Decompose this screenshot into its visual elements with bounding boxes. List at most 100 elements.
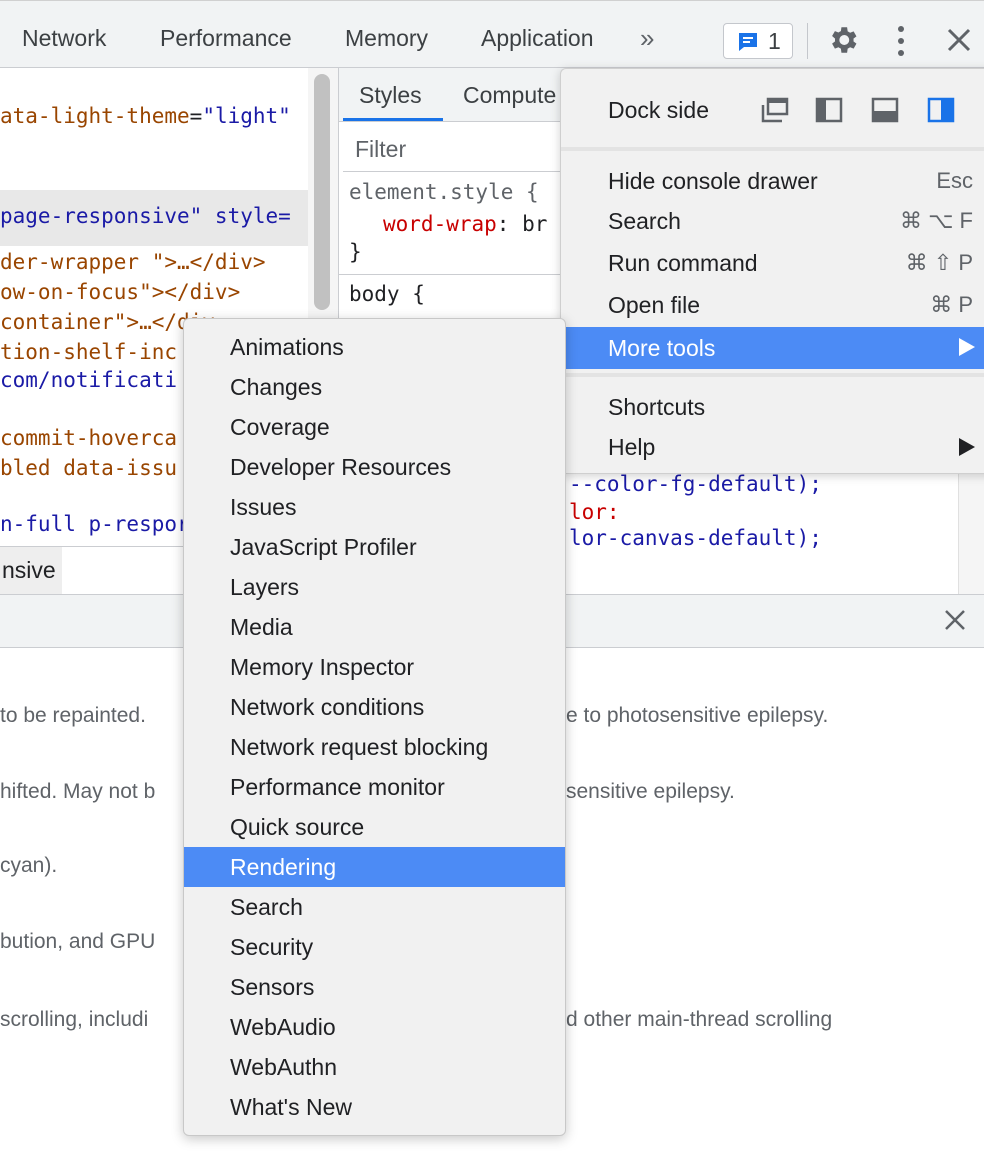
breadcrumb[interactable]: nsive bbox=[0, 547, 62, 594]
body-selector: body { bbox=[349, 282, 425, 306]
menu-item-help[interactable]: Help bbox=[561, 427, 984, 467]
more-tools-item-search[interactable]: Search bbox=[184, 887, 565, 927]
styles-scroll-track bbox=[958, 470, 984, 594]
menu-item-search[interactable]: Search ⌘ ⌥ F bbox=[561, 201, 984, 241]
more-tools-item-performance-monitor[interactable]: Performance monitor bbox=[184, 767, 565, 807]
more-tabs-chevron-icon[interactable]: » bbox=[640, 23, 654, 54]
menu-item-open-file[interactable]: Open file ⌘ P bbox=[561, 285, 984, 325]
dom-line[interactable]: com/notificati bbox=[0, 368, 177, 392]
more-tools-item-webaudio[interactable]: WebAudio bbox=[184, 1007, 565, 1047]
more-tools-item-sensors[interactable]: Sensors bbox=[184, 967, 565, 1007]
more-tools-item-media[interactable]: Media bbox=[184, 607, 565, 647]
kebab-menu-icon[interactable] bbox=[896, 25, 906, 62]
dock-left-icon[interactable] bbox=[815, 97, 843, 123]
dock-right-icon[interactable] bbox=[927, 97, 955, 123]
devtools-tab-bar: Network Performance Memory Application »… bbox=[0, 0, 984, 68]
rendering-option-description: scrolling, includi bbox=[0, 1008, 149, 1031]
submenu-arrow-icon bbox=[959, 338, 975, 356]
more-tools-item-layers[interactable]: Layers bbox=[184, 567, 565, 607]
more-tools-item-security[interactable]: Security bbox=[184, 927, 565, 967]
customize-devtools-menu: Dock side Hide console drawer Esc Search… bbox=[560, 68, 984, 474]
menu-item-label: Coverage bbox=[230, 414, 330, 440]
more-tools-item-changes[interactable]: Changes bbox=[184, 367, 565, 407]
more-tools-item-network-conditions[interactable]: Network conditions bbox=[184, 687, 565, 727]
menu-item-label: Search bbox=[608, 208, 681, 234]
rendering-option-description: sensitive epilepsy. bbox=[566, 780, 735, 803]
more-tools-item-memory-inspector[interactable]: Memory Inspector bbox=[184, 647, 565, 687]
dom-line[interactable]: n-full p-respor bbox=[0, 512, 190, 536]
dom-line[interactable]: ow-on-focus"></div> bbox=[0, 280, 240, 304]
tab-memory[interactable]: Memory bbox=[345, 25, 428, 52]
elements-scrollbar[interactable] bbox=[314, 74, 330, 310]
menu-item-label: What's New bbox=[230, 1094, 352, 1120]
more-tools-item-webauthn[interactable]: WebAuthn bbox=[184, 1047, 565, 1087]
dom-line-selected[interactable]: page-responsive" style= bbox=[0, 190, 308, 246]
menu-item-label: Animations bbox=[230, 334, 344, 360]
dock-bottom-icon[interactable] bbox=[871, 97, 899, 123]
dom-line[interactable]: tion-shelf-inc bbox=[0, 340, 177, 364]
menu-item-label: Help bbox=[608, 434, 656, 460]
menu-item-label: Hide console drawer bbox=[608, 168, 818, 194]
menu-item-shortcut: ⌘ ⌥ F bbox=[899, 208, 973, 233]
menu-item-label: Rendering bbox=[230, 854, 337, 880]
menu-item-label: Open file bbox=[608, 292, 701, 318]
dock-side-label: Dock side bbox=[608, 97, 709, 123]
menu-item-label: Search bbox=[230, 894, 303, 920]
menu-item-hide-console-drawer[interactable]: Hide console drawer Esc bbox=[561, 161, 984, 201]
close-drawer-icon[interactable] bbox=[944, 609, 966, 636]
rendering-option-description: d other main-thread scrolling bbox=[566, 1008, 833, 1031]
tab-performance[interactable]: Performance bbox=[160, 25, 292, 52]
rendering-option-description: e to photosensitive epilepsy. bbox=[566, 704, 829, 727]
element-style-selector: element.style { bbox=[349, 180, 539, 204]
tab-computed[interactable]: Compute bbox=[463, 82, 556, 109]
more-tools-item-quick-source[interactable]: Quick source bbox=[184, 807, 565, 847]
css-var-value: --color-fg-default); bbox=[569, 472, 822, 496]
filter-placeholder: Filter bbox=[355, 136, 407, 162]
menu-item-label: Quick source bbox=[230, 814, 365, 840]
rendering-option-description: cyan). bbox=[0, 854, 58, 877]
more-tools-item-issues[interactable]: Issues bbox=[184, 487, 565, 527]
tab-application[interactable]: Application bbox=[481, 25, 594, 52]
css-property: lor: bbox=[569, 500, 620, 524]
more-tools-item-whats-new[interactable]: What's New bbox=[184, 1087, 565, 1127]
more-tools-item-rendering[interactable]: Rendering bbox=[184, 847, 565, 887]
menu-item-shortcut: ⌘ ⇧ P bbox=[905, 250, 973, 275]
menu-item-label: Media bbox=[230, 614, 293, 640]
undock-icon[interactable] bbox=[761, 97, 789, 123]
more-tools-item-network-request-blocking[interactable]: Network request blocking bbox=[184, 727, 565, 767]
dom-line[interactable]: der-wrapper ">…</div> bbox=[0, 250, 266, 274]
menu-item-label: Developer Resources bbox=[230, 454, 452, 480]
toolbar-divider bbox=[807, 23, 808, 59]
more-tools-item-coverage[interactable]: Coverage bbox=[184, 407, 565, 447]
css-declaration[interactable]: word-wrap: br bbox=[383, 212, 547, 236]
dom-line[interactable]: commit-hoverca bbox=[0, 426, 177, 450]
rendering-option-description: to be repainted. bbox=[0, 704, 146, 727]
more-tools-item-animations[interactable]: Animations bbox=[184, 327, 565, 367]
issues-counter-button[interactable]: 1 bbox=[723, 23, 793, 59]
menu-item-label: Shortcuts bbox=[608, 394, 706, 420]
dom-line[interactable]: ata-light-theme="light" bbox=[0, 104, 291, 128]
more-tools-item-javascript-profiler[interactable]: JavaScript Profiler bbox=[184, 527, 565, 567]
more-tools-item-developer-resources[interactable]: Developer Resources bbox=[184, 447, 565, 487]
menu-item-run-command[interactable]: Run command ⌘ ⇧ P bbox=[561, 243, 984, 283]
dom-line[interactable]: bled data-issu bbox=[0, 456, 177, 480]
menu-item-label: More tools bbox=[608, 335, 716, 361]
menu-item-more-tools[interactable]: More tools bbox=[561, 327, 984, 369]
message-icon bbox=[736, 30, 760, 59]
menu-item-label: Network request blocking bbox=[230, 734, 489, 760]
menu-item-label: WebAudio bbox=[230, 1014, 336, 1040]
more-tools-submenu: Animations Changes Coverage Developer Re… bbox=[183, 318, 566, 1136]
menu-item-label: Run command bbox=[608, 250, 758, 276]
menu-separator bbox=[561, 373, 984, 377]
rendering-option-description: bution, and GPU bbox=[0, 930, 156, 953]
menu-item-label: Layers bbox=[230, 574, 300, 600]
css-var-value: lor-canvas-default); bbox=[569, 526, 822, 550]
menu-item-shortcuts[interactable]: Shortcuts bbox=[561, 387, 984, 427]
issues-count: 1 bbox=[768, 28, 781, 54]
menu-item-label: Network conditions bbox=[230, 694, 425, 720]
tab-network[interactable]: Network bbox=[22, 25, 106, 52]
gear-icon[interactable] bbox=[826, 23, 860, 62]
close-devtools-icon[interactable] bbox=[946, 27, 972, 58]
menu-item-label: WebAuthn bbox=[230, 1054, 337, 1080]
tab-styles[interactable]: Styles bbox=[359, 82, 422, 109]
